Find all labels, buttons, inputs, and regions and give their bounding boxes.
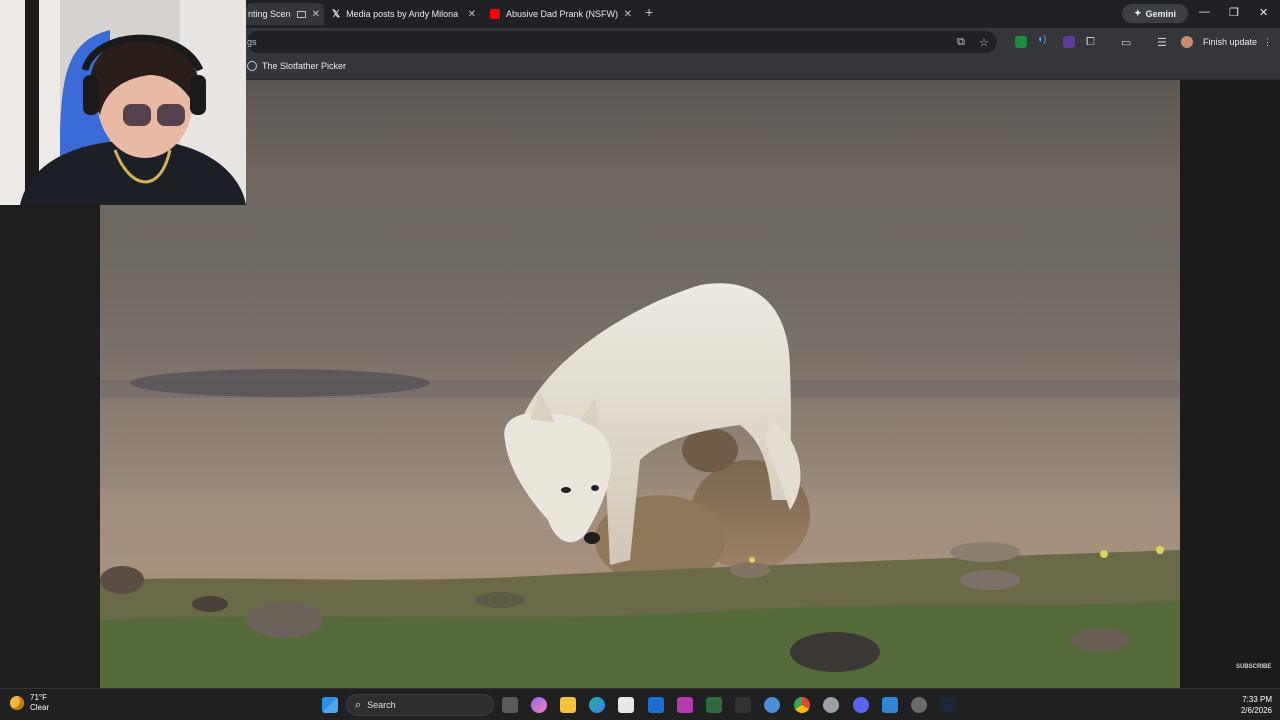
- finish-update-button[interactable]: Finish update ⋮: [1203, 34, 1272, 50]
- maximize-icon[interactable]: ❐: [1229, 6, 1239, 19]
- bookmark-star-icon[interactable]: ☆: [979, 36, 989, 49]
- weather-desc: Clear: [30, 703, 50, 712]
- tab-label: nting Scen: [248, 9, 291, 19]
- windows-start-icon[interactable]: [322, 697, 338, 713]
- youtube-icon: [490, 9, 500, 19]
- excel-icon[interactable]: [706, 697, 722, 713]
- edge-icon[interactable]: [589, 697, 605, 713]
- extension-audio-icon[interactable]: ◖): [1037, 34, 1049, 46]
- clock-date: 2/6/2026: [1240, 706, 1272, 715]
- weather-text: 71°F Clear: [30, 693, 49, 713]
- globe-icon: [247, 61, 257, 71]
- tab-active-video[interactable]: nting Scen ✕: [246, 3, 324, 25]
- address-bar[interactable]: gs ⧉ ☆: [247, 31, 997, 53]
- webcam-overlay: [0, 0, 246, 205]
- clock-time: 7:33 PM: [1242, 695, 1272, 704]
- weather-widget[interactable]: 71°F Clear: [10, 693, 49, 713]
- gemini-button[interactable]: ✦ Gemini: [1122, 4, 1188, 23]
- outlook-icon[interactable]: [648, 697, 664, 713]
- task-view-icon[interactable]: [502, 697, 518, 713]
- chrome-icon[interactable]: [794, 697, 810, 713]
- discord-icon[interactable]: [853, 697, 869, 713]
- taskbar-search-box[interactable]: ⌕ Search: [346, 694, 494, 716]
- extension-purple-icon[interactable]: [1063, 36, 1075, 48]
- tab-label: Abusive Dad Prank (NSFW) - Yo: [506, 9, 618, 19]
- microsoft-store-icon[interactable]: [618, 697, 634, 713]
- file-explorer-icon[interactable]: [560, 697, 576, 713]
- video-frame[interactable]: [100, 80, 1180, 688]
- settings-icon[interactable]: [823, 697, 839, 713]
- capcut-icon[interactable]: [735, 697, 751, 713]
- copilot-icon[interactable]: [531, 697, 547, 713]
- minimize-icon[interactable]: —: [1199, 6, 1210, 18]
- close-icon[interactable]: ✕: [312, 9, 320, 20]
- window-close-icon[interactable]: ✕: [1259, 6, 1268, 19]
- right-letterbox: [1180, 80, 1280, 688]
- obs-icon[interactable]: [911, 697, 927, 713]
- kebab-menu-icon: ⋮: [1263, 36, 1273, 47]
- bookmark-item[interactable]: The Slotfather Picker: [247, 61, 346, 71]
- reading-list-icon[interactable]: ☰: [1157, 36, 1167, 49]
- tab-x-media-posts[interactable]: 𝕏 Media posts by Andy Milonakis ✕: [332, 3, 480, 25]
- profile-avatar-icon[interactable]: [1181, 36, 1193, 48]
- moon-weather-icon: [10, 696, 24, 710]
- screen: nting Scen ✕ 𝕏 Media posts by Andy Milon…: [0, 0, 1280, 720]
- plus-icon[interactable]: +: [645, 4, 653, 20]
- picture-in-picture-icon: [296, 10, 306, 18]
- tab-youtube-prank[interactable]: Abusive Dad Prank (NSFW) - Yo ✕: [490, 3, 636, 25]
- app-blue-icon[interactable]: [882, 697, 898, 713]
- streamer-webcam-illustration: [0, 0, 246, 205]
- split-view-icon[interactable]: ▭: [1121, 36, 1131, 49]
- left-letterbox: [0, 205, 100, 688]
- app-purple-icon[interactable]: [677, 697, 693, 713]
- x-logo-icon: 𝕏: [332, 8, 341, 20]
- cast-icon[interactable]: ⧉: [957, 36, 965, 49]
- gemini-spark-icon: ✦: [1133, 8, 1142, 18]
- tab-label: Media posts by Andy Milonakis: [346, 9, 459, 19]
- close-icon[interactable]: ✕: [624, 9, 632, 20]
- finish-update-label: Finish update: [1203, 37, 1258, 47]
- search-label: Search: [367, 700, 396, 710]
- taskbar-clock[interactable]: 7:33 PM 2/6/2026: [1228, 694, 1272, 716]
- subscribe-watermark: SUBSCRIBE: [1236, 664, 1272, 670]
- weather-temp: 71°F: [30, 693, 47, 702]
- wolf-scene-illustration: [100, 283, 1180, 688]
- extension-green-icon[interactable]: [1015, 36, 1027, 48]
- address-text: gs: [247, 37, 257, 47]
- gemini-label: Gemini: [1145, 8, 1177, 19]
- search-icon: ⌕: [355, 698, 362, 711]
- windows-taskbar: 71°F Clear ⌕ Search 7:33 PM 2/6/2026: [0, 688, 1280, 720]
- app-c-icon[interactable]: [764, 697, 780, 713]
- bookmark-label: The Slotfather Picker: [262, 61, 347, 71]
- steam-icon[interactable]: [940, 697, 956, 713]
- extensions-icon[interactable]: ⧠: [1086, 36, 1095, 49]
- close-icon[interactable]: ✕: [468, 9, 476, 20]
